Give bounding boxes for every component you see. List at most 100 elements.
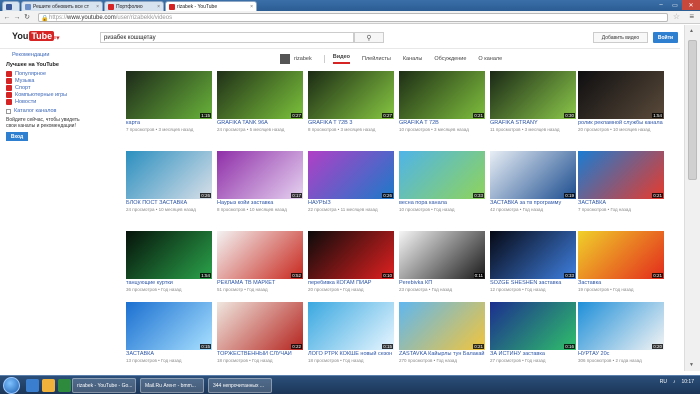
video-card[interactable]: 0:27 GRAFIKA TANK 96A 24 просмотра • 5 мес… <box>217 71 303 132</box>
bookmark-star-icon[interactable]: ☆ <box>673 12 680 21</box>
video-thumbnail[interactable]: 0:11 <box>399 231 485 279</box>
video-title[interactable]: Perebivka КП <box>399 280 485 286</box>
video-title[interactable]: ЗАСТАВКА <box>126 351 212 357</box>
video-thumbnail[interactable]: 0:27 <box>217 71 303 119</box>
video-card[interactable]: 0:21 GRAFIKA T 72B 10 просмотров • 3 месяц… <box>399 71 485 132</box>
video-card[interactable]: 0:21 Заставка 19 просмотров • Год назад <box>578 231 664 292</box>
guide-menu-icon[interactable]: ≡▾ <box>52 34 60 42</box>
video-title[interactable]: GRAFIKA T 72B 3 <box>308 120 394 126</box>
task-youtube[interactable]: rizabek - YouTube - Go... <box>72 378 136 393</box>
video-title[interactable]: весна пора канала <box>399 200 485 206</box>
video-thumbnail[interactable]: 1:15 <box>126 71 212 119</box>
video-card[interactable]: 0:33 SOZGE SHESHEN заставка 12 просмотров … <box>490 231 576 292</box>
video-thumbnail[interactable]: 0:19 <box>490 151 576 199</box>
video-title[interactable]: GRAFIKA TANK 96A <box>217 120 303 126</box>
video-title[interactable]: БЛОК ПОСТ ЗАСТАВКА <box>126 200 212 206</box>
video-thumbnail[interactable]: 0:30 <box>490 71 576 119</box>
video-title[interactable]: НАУРЫЗ <box>308 200 394 206</box>
video-thumbnail[interactable]: 0:15 <box>308 302 394 350</box>
video-title[interactable]: ЗА ИСТИНУ заставка <box>490 351 576 357</box>
video-title[interactable]: ЗАСТАВКА за тв программу <box>490 200 576 206</box>
reload-icon[interactable]: ↻ <box>22 12 32 22</box>
sidebar-login-button[interactable]: Вход <box>6 132 28 141</box>
browser-tab-active[interactable]: rizabek - YouTube × <box>165 1 257 11</box>
video-card[interactable]: 0:11 Perebivka КП 23 просмотра • Год назад <box>399 231 485 292</box>
tab-videos[interactable]: Видео <box>332 54 350 64</box>
minimize-button[interactable]: ‒ <box>654 0 668 10</box>
video-title[interactable]: ZASTAVKA Кайырлы тун Балакай <box>399 351 485 357</box>
video-card[interactable]: 0:10 перебивка КОГАМ ПИАР 20 просмотров • … <box>308 231 394 292</box>
video-title[interactable]: GRAFIKA STRANY <box>490 120 576 126</box>
sidebar-item-games[interactable]: Компьютерные игры <box>6 91 86 98</box>
video-thumbnail[interactable]: 0:26 <box>308 151 394 199</box>
video-title[interactable]: перебивка КОГАМ ПИАР <box>308 280 394 286</box>
scroll-down-icon[interactable]: ▼ <box>689 362 694 368</box>
video-title[interactable]: ролик рекламной службы канала <box>578 120 664 126</box>
video-card[interactable]: 0:19 ЗАСТАВКА за тв программу 42 просмотра… <box>490 151 576 212</box>
video-thumbnail[interactable]: 0:21 <box>578 151 664 199</box>
maximize-button[interactable]: ▭ <box>668 0 682 10</box>
start-button[interactable] <box>3 377 20 394</box>
video-card[interactable]: 0:15 ЗАСТАВКА 13 просмотров • Год назад <box>126 302 212 363</box>
video-title[interactable]: РЕКЛАМА ТВ МАРКЕТ <box>217 280 303 286</box>
search-button[interactable]: ⚲ <box>354 32 384 43</box>
explorer-icon[interactable] <box>42 379 55 392</box>
scrollbar-thumb[interactable] <box>688 40 697 180</box>
video-title[interactable]: Наурыз койи заставка <box>217 200 303 206</box>
video-card[interactable]: 0:26 БЛОК ПОСТ ЗАСТАВКА 24 просмотра • 10 … <box>126 151 212 212</box>
tab-discussion[interactable]: Обсуждение <box>434 56 466 62</box>
sidebar-channel-catalog[interactable]: Каталог каналов <box>6 108 86 114</box>
tab-channels[interactable]: Каналы <box>403 56 423 62</box>
video-thumbnail[interactable]: 0:15 <box>126 302 212 350</box>
browser-menu-icon[interactable]: ≡ <box>689 12 694 21</box>
video-title[interactable]: карта <box>126 120 212 126</box>
video-title[interactable]: танцующие куртки <box>126 280 212 286</box>
tab-about[interactable]: О канале <box>478 56 502 62</box>
ie-icon[interactable] <box>26 379 39 392</box>
video-card[interactable]: 0:52 РЕКЛАМА ТВ МАРКЕТ 51 просмотр • Год н… <box>217 231 303 292</box>
close-tab-icon[interactable]: × <box>155 4 160 10</box>
video-card[interactable]: 0:21 ZASTAVKA Кайырлы тун Балакай 270 прос… <box>399 302 485 363</box>
video-title[interactable]: SOZGE SHESHEN заставка <box>490 280 576 286</box>
sidebar-item-popular[interactable]: Популярное <box>6 70 86 77</box>
sidebar-recommended[interactable]: Рекомендации <box>12 52 86 58</box>
task-mailru-agent[interactable]: Mail.Ru Агент - bmm... <box>140 378 204 393</box>
browser-tab-3[interactable]: Портфолио × <box>104 1 164 11</box>
video-thumbnail[interactable]: 0:21 <box>399 71 485 119</box>
video-title[interactable]: ЗАСТАВКА <box>578 200 664 206</box>
signin-button[interactable]: Войти <box>653 32 678 43</box>
close-tab-icon[interactable]: × <box>248 4 253 10</box>
video-card[interactable]: 0:22 ТОРЖЕСТВЕННЫЙ СЛУЧАЙ 18 просмотров • … <box>217 302 303 363</box>
tab-playlists[interactable]: Плейлисты <box>362 56 391 62</box>
video-title[interactable]: ТОРЖЕСТВЕННЫЙ СЛУЧАЙ <box>217 351 303 357</box>
upload-button[interactable]: Добавить видео <box>593 32 648 43</box>
video-thumbnail[interactable]: 0:27 <box>308 71 394 119</box>
sidebar-item-sport[interactable]: Спорт <box>6 84 86 91</box>
video-thumbnail[interactable]: 1:54 <box>578 71 664 119</box>
video-card[interactable]: 0:21 ЗАСТАВКА 7 просмотров • Год назад <box>578 151 664 212</box>
video-thumbnail[interactable]: 1:54 <box>126 231 212 279</box>
video-card[interactable]: 0:20 НУРТАУ 20с 306 просмотров • 2 года на… <box>578 302 664 363</box>
video-card[interactable]: 1:54 танцующие куртки 36 просмотров • Год … <box>126 231 212 292</box>
sidebar-item-music[interactable]: Музыка <box>6 77 86 84</box>
video-card[interactable]: 0:33 весна пора канала 10 просмотров • Год… <box>399 151 485 212</box>
channel-name[interactable]: rizabek <box>294 56 312 62</box>
video-thumbnail[interactable]: 0:52 <box>217 231 303 279</box>
forward-icon[interactable]: → <box>12 12 22 22</box>
video-card[interactable]: 0:30 GRAFIKA STRANY 11 просмотров • 3 меся… <box>490 71 576 132</box>
video-card[interactable]: 1:54 ролик рекламной службы канала 20 прос… <box>578 71 664 132</box>
scroll-up-icon[interactable]: ▲ <box>689 28 694 34</box>
video-title[interactable]: Заставка <box>578 280 664 286</box>
video-thumbnail[interactable]: 0:26 <box>126 151 212 199</box>
video-card[interactable]: 0:15 ЛОГО РТРК КОКШЕ новый сезон 18 просмо… <box>308 302 394 363</box>
clock[interactable]: 10:17 <box>681 379 694 385</box>
browser-tab-facebook[interactable] <box>2 1 20 11</box>
close-tab-icon[interactable]: × <box>94 4 99 10</box>
sidebar-item-news[interactable]: Новости <box>6 98 86 105</box>
language-indicator[interactable]: RU <box>660 379 667 385</box>
video-thumbnail[interactable]: 0:22 <box>217 302 303 350</box>
channel-avatar[interactable] <box>280 54 290 64</box>
video-card[interactable]: 0:16 ЗА ИСТИНУ заставка 27 просмотров • Го… <box>490 302 576 363</box>
video-thumbnail[interactable]: 0:17 <box>217 151 303 199</box>
close-window-button[interactable]: ✕ <box>682 0 700 10</box>
